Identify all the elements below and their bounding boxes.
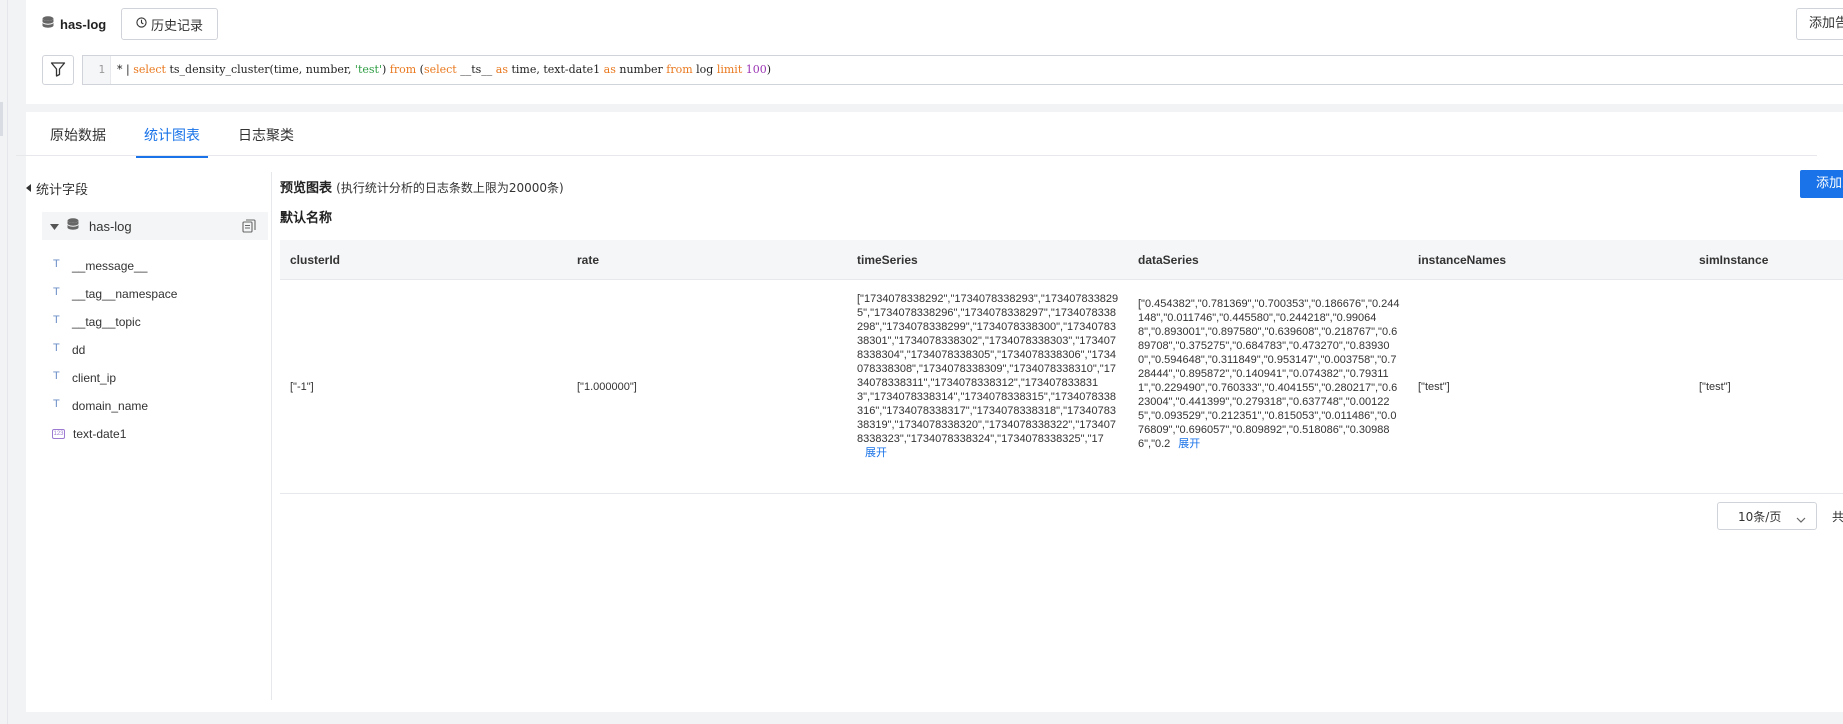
field-name: text-date1 — [73, 427, 127, 441]
query-token: as — [495, 63, 508, 76]
field-item[interactable]: dd — [52, 336, 177, 364]
cell-cluster-id: ["-1"] — [290, 381, 314, 393]
table-header: clusterId rate timeSeries dataSeries ins… — [280, 240, 1843, 280]
preview-title: 预览图表 (执行统计分析的日志条数上限为20000条) — [280, 177, 564, 196]
result-table: clusterId rate timeSeries dataSeries ins… — [280, 240, 1843, 494]
column-header[interactable]: timeSeries — [857, 240, 918, 280]
field-item[interactable]: __message__ — [52, 252, 177, 280]
field-name: domain_name — [72, 399, 149, 413]
time-series-text: ["1734078338292","1734078338293","173407… — [857, 293, 1119, 445]
cell-data-series: ["0.454382","0.781369","0.700353","0.186… — [1138, 297, 1400, 451]
field-item[interactable]: client_ip — [52, 364, 177, 392]
text-type-icon — [52, 342, 64, 356]
query-token: * | — [117, 63, 134, 76]
logstore-tree-label: has-log — [89, 218, 132, 234]
field-name: __tag__namespace — [72, 287, 178, 301]
query-panel: has-log 历史记录 添加告警 1 * | select ts_densit… — [26, 0, 1843, 104]
pagination-total: 共 — [1832, 510, 1843, 524]
expand-link[interactable]: 展开 — [1178, 437, 1200, 450]
tab-statistics-chart[interactable]: 统计图表 — [136, 124, 208, 158]
cell-rate: ["1.000000"] — [577, 381, 637, 393]
field-name: dd — [72, 343, 86, 357]
left-rail-marker — [0, 102, 3, 136]
stat-fields-label: 统计字段 — [36, 183, 89, 198]
query-token: limit — [716, 63, 743, 76]
query-token: as — [603, 63, 616, 76]
table-row: ["-1"] ["1.000000"] ["1734078338292","17… — [280, 280, 1843, 494]
query-token: number — [615, 63, 667, 76]
field-item[interactable]: __tag__namespace — [52, 280, 177, 308]
page-size-select[interactable]: 10条/页 — [1717, 502, 1817, 530]
data-series-text: ["0.454382","0.781369","0.700353","0.186… — [1138, 298, 1400, 450]
stat-fields-toggle[interactable]: 统计字段 — [26, 179, 88, 198]
chart-default-name: 默认名称 — [280, 211, 333, 226]
query-token: 'test' — [354, 63, 382, 76]
database-icon — [67, 217, 79, 235]
column-header[interactable]: instanceNames — [1418, 240, 1506, 280]
query-token: 100 — [745, 63, 767, 76]
query-token: ( — [416, 63, 424, 76]
column-header[interactable]: dataSeries — [1138, 240, 1199, 280]
history-button-label: 历史记录 — [151, 18, 204, 34]
preview-title-text: 预览图表 — [280, 181, 333, 196]
cell-time-series: ["1734078338292","1734078338293","173407… — [857, 292, 1119, 460]
query-token: from — [666, 63, 693, 76]
text-type-icon — [52, 258, 64, 272]
tab-raw-data[interactable]: 原始数据 — [42, 124, 114, 158]
text-type-icon — [52, 370, 64, 384]
result-tabs: 原始数据 统计图表 日志聚类 — [42, 124, 324, 158]
text-type-icon — [52, 314, 64, 328]
text-type-icon — [52, 286, 64, 300]
logstore-name: has-log — [60, 16, 107, 32]
add-alert-button[interactable]: 添加告警 — [1796, 8, 1843, 40]
query-text[interactable]: * | select ts_density_cluster(time, numb… — [117, 56, 771, 84]
query-token: select — [133, 63, 166, 76]
query-token: time, text-date1 — [507, 63, 604, 76]
page-size-value: 10条/页 — [1738, 509, 1782, 524]
field-list: __message__ __tag__namespace __tag__topi… — [52, 252, 177, 448]
caret-down-icon — [50, 219, 59, 233]
query-token: select — [423, 63, 457, 76]
column-header[interactable]: rate — [577, 240, 599, 280]
cell-sim-instance: ["test"] — [1699, 381, 1731, 393]
line-number: 1 — [83, 56, 111, 84]
history-button[interactable]: 历史记录 — [121, 8, 219, 40]
database-icon — [42, 15, 54, 33]
tab-log-cluster[interactable]: 日志聚类 — [230, 124, 302, 158]
left-rail — [0, 0, 8, 724]
field-item[interactable]: domain_name — [52, 392, 177, 420]
query-token: log — [692, 63, 717, 76]
logstore-label: has-log — [42, 14, 106, 34]
query-token: ts_density_cluster(time, number, — [165, 63, 355, 76]
field-name: __message__ — [72, 259, 148, 273]
query-token: ) — [766, 63, 772, 76]
query-editor[interactable]: 1 * | select ts_density_cluster(time, nu… — [82, 55, 1843, 85]
copy-icon[interactable] — [242, 219, 256, 236]
chevron-down-icon — [1796, 512, 1806, 526]
tabs-divider — [16, 155, 1817, 156]
field-name: client_ip — [72, 371, 117, 385]
field-item[interactable]: 123 text-date1 — [52, 420, 177, 448]
cell-instance-names: ["test"] — [1418, 381, 1450, 393]
query-token: ) — [381, 63, 390, 76]
clock-icon — [136, 16, 147, 32]
number-type-icon: 123 — [52, 429, 65, 439]
column-header[interactable]: clusterId — [290, 240, 340, 280]
add-to-dashboard-button[interactable]: 添加到仪表盘 — [1800, 170, 1843, 198]
filter-button[interactable] — [42, 55, 74, 85]
preview-note: (执行统计分析的日志条数上限为20000条) — [336, 181, 564, 195]
expand-link[interactable]: 展开 — [865, 446, 887, 459]
caret-left-icon — [26, 181, 32, 196]
sidebar-divider — [271, 172, 272, 700]
field-item[interactable]: __tag__topic — [52, 308, 177, 336]
filter-icon — [50, 61, 66, 80]
query-token: __ts__ — [456, 63, 496, 76]
text-type-icon — [52, 398, 64, 412]
field-name: __tag__topic — [72, 315, 141, 329]
column-header[interactable]: simInstance — [1699, 240, 1768, 280]
logstore-tree-item[interactable]: has-log — [42, 212, 268, 240]
query-token: from — [389, 63, 417, 76]
